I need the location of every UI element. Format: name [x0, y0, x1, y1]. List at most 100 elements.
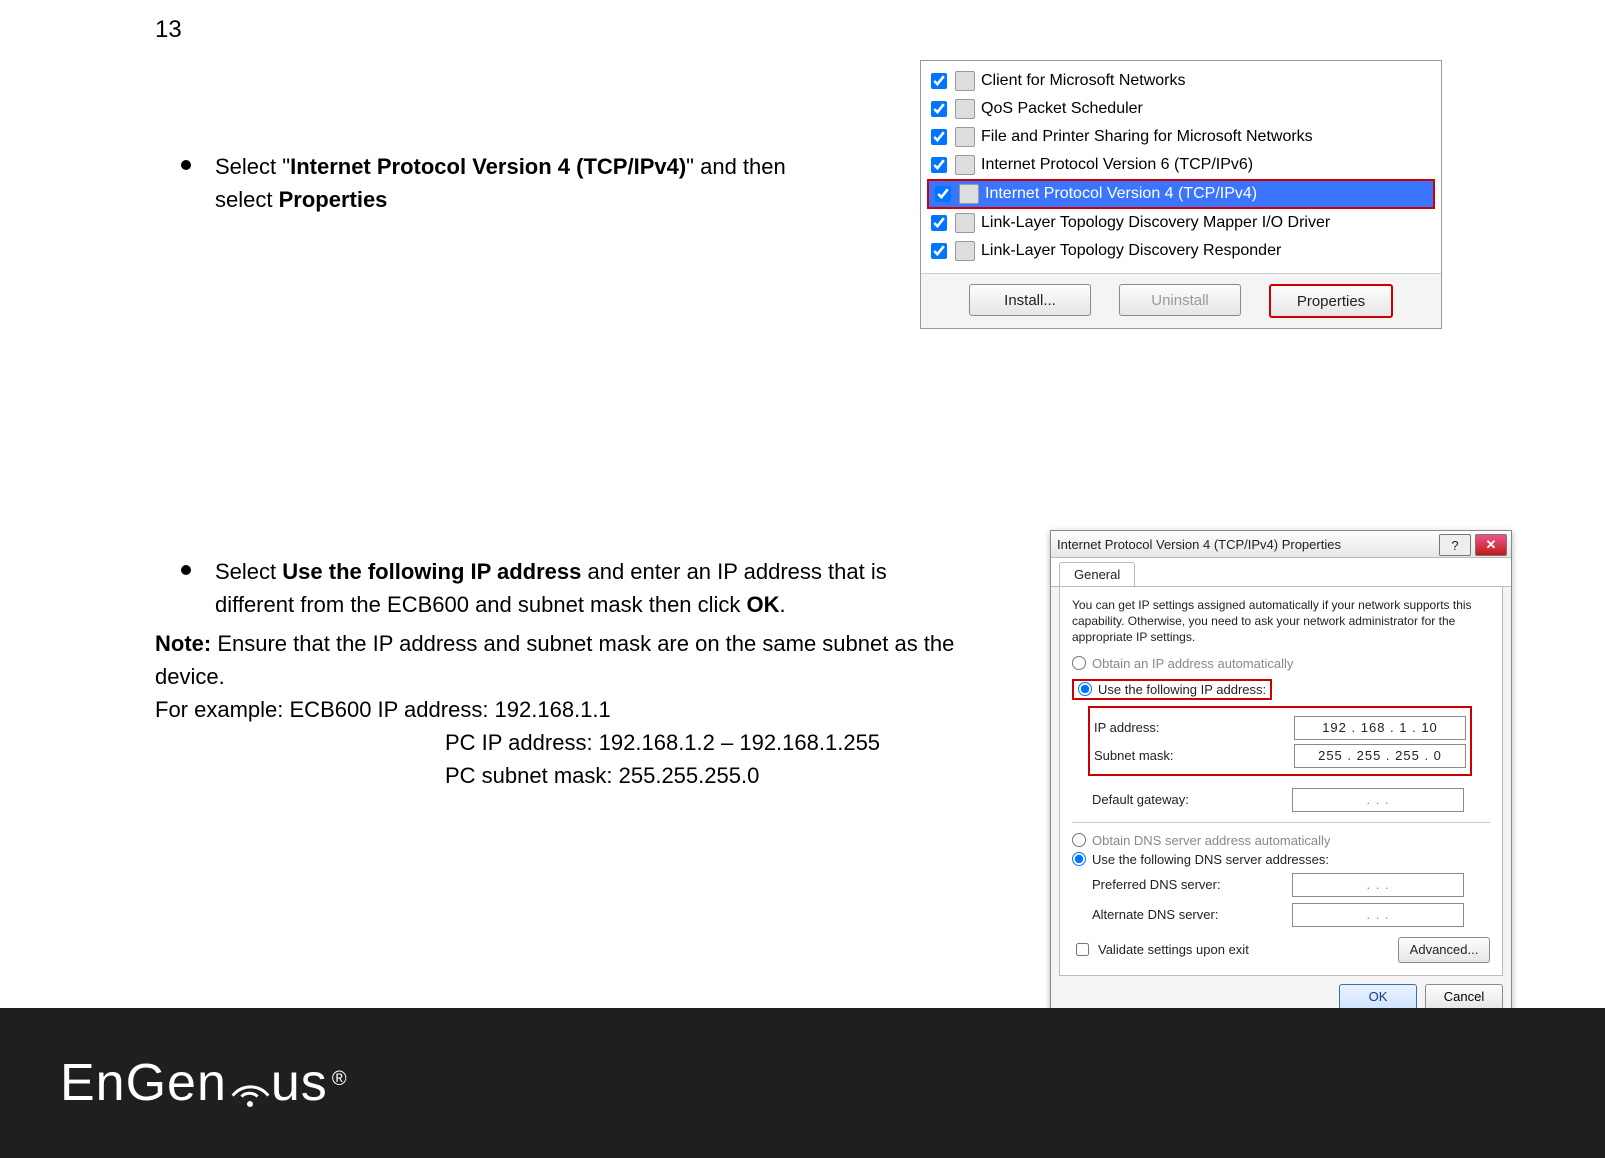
subnet-mask-label: Subnet mask:	[1094, 748, 1284, 763]
properties-button[interactable]: Properties	[1269, 284, 1393, 318]
connection-item[interactable]: Internet Protocol Version 4 (TCP/IPv4)	[927, 179, 1435, 209]
connection-item[interactable]: File and Printer Sharing for Microsoft N…	[927, 123, 1435, 151]
note-line: Note: Ensure that the IP address and sub…	[155, 627, 955, 693]
screenshot-ipv4-properties: Internet Protocol Version 4 (TCP/IPv4) P…	[1050, 530, 1512, 1021]
page-number: 13	[155, 16, 182, 44]
bullet-icon	[181, 565, 191, 575]
protocol-icon	[955, 99, 975, 119]
dialog-titlebar: Internet Protocol Version 4 (TCP/IPv4) P…	[1051, 531, 1511, 558]
checkbox-input[interactable]	[931, 157, 947, 173]
checkbox-input[interactable]	[931, 215, 947, 231]
note-label: Note:	[155, 631, 211, 656]
radio-input[interactable]	[1072, 656, 1086, 670]
radio-input[interactable]	[1072, 833, 1086, 847]
connection-list[interactable]: Client for Microsoft Networks QoS Packet …	[921, 61, 1441, 273]
t: Use the following IP address	[282, 559, 581, 584]
connection-item[interactable]: Link-Layer Topology Discovery Responder	[927, 237, 1435, 265]
protocol-icon	[959, 184, 979, 204]
ok-button[interactable]: OK	[1339, 984, 1417, 1010]
instruction-block-1: Select "Internet Protocol Version 4 (TCP…	[155, 150, 835, 222]
radio-label: Use the following DNS server addresses:	[1092, 852, 1329, 867]
brand-text-2: us	[271, 1053, 328, 1113]
note-text: Ensure that the IP address and subnet ma…	[155, 631, 954, 689]
instruction-2-text: Select Use the following IP address and …	[215, 555, 955, 621]
default-gateway-label: Default gateway:	[1092, 792, 1282, 807]
t: Properties	[279, 187, 388, 212]
advanced-button[interactable]: Advanced...	[1398, 937, 1490, 963]
radio-label: Obtain an IP address automatically	[1092, 656, 1293, 671]
install-button[interactable]: Install...	[969, 284, 1091, 316]
example-line-2: PC IP address: 192.168.1.2 – 192.168.1.2…	[445, 726, 955, 759]
bullet-icon	[181, 160, 191, 170]
connection-item-label: Internet Protocol Version 4 (TCP/IPv4)	[985, 185, 1257, 203]
alternate-dns-label: Alternate DNS server:	[1092, 907, 1282, 922]
protocol-icon	[955, 241, 975, 261]
radio-input[interactable]	[1072, 852, 1086, 866]
t: .	[780, 592, 786, 617]
protocol-icon	[955, 213, 975, 233]
t: ECB600 IP address: 192.168.1.1	[283, 697, 610, 722]
radio-use-ip[interactable]: Use the following IP address:	[1072, 679, 1272, 700]
alternate-dns-field[interactable]: . . .	[1292, 903, 1464, 927]
cancel-button[interactable]: Cancel	[1425, 984, 1503, 1010]
radio-obtain-dns[interactable]: Obtain DNS server address automatically	[1072, 833, 1490, 848]
connection-item-label: File and Printer Sharing for Microsoft N…	[981, 128, 1313, 146]
validate-checkbox[interactable]: Validate settings upon exit	[1072, 940, 1249, 959]
t: Internet Protocol Version 4 (TCP/IPv4)	[290, 154, 686, 179]
checkbox-input[interactable]	[931, 243, 947, 259]
dialog-title: Internet Protocol Version 4 (TCP/IPv4) P…	[1057, 537, 1341, 552]
radio-use-dns[interactable]: Use the following DNS server addresses:	[1072, 852, 1490, 867]
default-gateway-field[interactable]: . . .	[1292, 788, 1464, 812]
connection-item-label: Link-Layer Topology Discovery Mapper I/O…	[981, 214, 1330, 232]
checkbox-input[interactable]	[931, 101, 947, 117]
protocol-icon	[955, 155, 975, 175]
checkbox-input[interactable]	[931, 129, 947, 145]
instruction-1-text: Select "Internet Protocol Version 4 (TCP…	[215, 150, 835, 216]
instruction-block-2: Select Use the following IP address and …	[155, 555, 955, 792]
button-row: Install... Uninstall Properties	[921, 273, 1441, 328]
ip-address-field[interactable]: 192 . 168 . 1 . 10	[1294, 716, 1466, 740]
footer: EnGen us ®	[0, 1008, 1605, 1158]
connection-item-label: Link-Layer Topology Discovery Responder	[981, 242, 1281, 260]
brand-text-1: EnGen	[60, 1053, 227, 1113]
tab-strip: General	[1051, 558, 1511, 587]
radio-label: Obtain DNS server address automatically	[1092, 833, 1330, 848]
connection-item[interactable]: Link-Layer Topology Discovery Mapper I/O…	[927, 209, 1435, 237]
example-label: For example:	[155, 697, 283, 722]
tab-general[interactable]: General	[1059, 562, 1135, 586]
example-line-1: For example: ECB600 IP address: 192.168.…	[155, 693, 955, 726]
radio-label: Use the following IP address:	[1098, 682, 1266, 697]
connection-item[interactable]: QoS Packet Scheduler	[927, 95, 1435, 123]
wifi-i-icon	[229, 1075, 269, 1115]
connection-item-label: Internet Protocol Version 6 (TCP/IPv6)	[981, 156, 1253, 174]
connection-item-label: QoS Packet Scheduler	[981, 100, 1143, 118]
checkbox-input[interactable]	[935, 186, 951, 202]
checkbox-label: Validate settings upon exit	[1098, 942, 1249, 957]
t: Select "	[215, 154, 290, 179]
protocol-icon	[955, 127, 975, 147]
example-line-3: PC subnet mask: 255.255.255.0	[445, 759, 955, 792]
t: OK	[747, 592, 780, 617]
radio-input[interactable]	[1078, 682, 1092, 696]
connection-item[interactable]: Internet Protocol Version 6 (TCP/IPv6)	[927, 151, 1435, 179]
preferred-dns-field[interactable]: . . .	[1292, 873, 1464, 897]
brand-logo: EnGen us ®	[60, 1053, 348, 1113]
dialog-description: You can get IP settings assigned automat…	[1072, 597, 1490, 646]
uninstall-button[interactable]: Uninstall	[1119, 284, 1241, 316]
checkbox-input[interactable]	[931, 73, 947, 89]
connection-item[interactable]: Client for Microsoft Networks	[927, 67, 1435, 95]
help-button[interactable]: ?	[1439, 534, 1471, 556]
connection-item-label: Client for Microsoft Networks	[981, 72, 1186, 90]
protocol-icon	[955, 71, 975, 91]
dialog-body: You can get IP settings assigned automat…	[1059, 587, 1503, 976]
screenshot-connection-items: Client for Microsoft Networks QoS Packet …	[920, 60, 1442, 329]
t: Select	[215, 559, 282, 584]
ip-address-label: IP address:	[1094, 720, 1284, 735]
ip-settings-group: IP address: 192 . 168 . 1 . 10 Subnet ma…	[1088, 706, 1472, 776]
registered-icon: ®	[332, 1068, 348, 1091]
radio-obtain-ip[interactable]: Obtain an IP address automatically	[1072, 656, 1490, 671]
subnet-mask-field[interactable]: 255 . 255 . 255 . 0	[1294, 744, 1466, 768]
close-button[interactable]: ✕	[1475, 534, 1507, 556]
preferred-dns-label: Preferred DNS server:	[1092, 877, 1282, 892]
checkbox-input[interactable]	[1076, 943, 1089, 956]
